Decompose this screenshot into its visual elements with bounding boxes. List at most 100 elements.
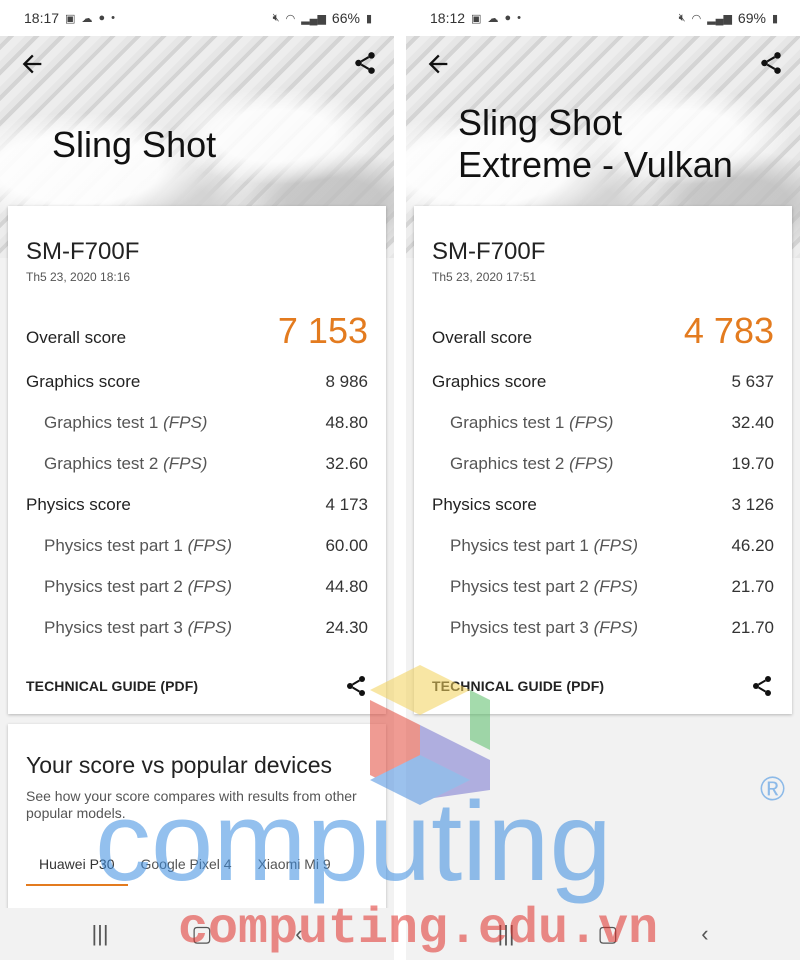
device-tabs: Huawei P30 Google Pixel 4 Xiaomi Mi 9 xyxy=(26,854,386,886)
mute-icon: 🔇︎ xyxy=(272,11,280,24)
physics-test-3-value: 24.30 xyxy=(325,618,368,637)
compare-description: See how your score compares with results… xyxy=(26,788,357,821)
graphics-score-label: Graphics score xyxy=(432,372,547,391)
navigation-bar: ||| ▢ ‹ xyxy=(406,908,800,960)
tab-google-pixel-4[interactable]: Google Pixel 4 xyxy=(128,854,245,886)
graphics-score-value: 5 637 xyxy=(731,372,774,391)
fps-unit: (FPS) xyxy=(187,577,233,596)
overall-score-value: 4 783 xyxy=(683,310,774,351)
technical-guide-row[interactable]: TECHNICAL GUIDE (PDF) xyxy=(432,674,774,698)
facebook-notification-icon: ● xyxy=(504,12,512,24)
graphics-test-2-label: Graphics test 2 xyxy=(450,454,565,473)
graphics-score-label: Graphics score xyxy=(26,372,141,391)
fps-unit: (FPS) xyxy=(163,413,208,432)
signal-icon: ▂▄▆ xyxy=(301,12,326,25)
tab-xiaomi-mi-9[interactable]: Xiaomi Mi 9 xyxy=(245,854,344,886)
physics-test-2-row: Physics test part 2 (FPS) 44.80 xyxy=(44,577,368,597)
fps-unit: (FPS) xyxy=(569,413,614,432)
benchmark-title-line: Extreme - Vulkan xyxy=(458,144,733,185)
results-card: SM-F700F Th5 23, 2020 17:51 Overall scor… xyxy=(414,206,792,714)
tab-huawei-p30[interactable]: Huawei P30 xyxy=(26,854,128,886)
share-icon[interactable] xyxy=(758,50,784,76)
phone-screenshot-left: 18:17 ▣ ☁ ● • 🔇︎ ◠ ▂▄▆ 66% ▮ Sling Shot … xyxy=(0,0,394,960)
back-arrow-icon[interactable] xyxy=(18,50,46,78)
graphics-test-2-label: Graphics test 2 xyxy=(44,454,159,473)
physics-test-2-row: Physics test part 2 (FPS) 21.70 xyxy=(450,577,774,597)
physics-test-3-label: Physics test part 3 xyxy=(44,618,183,637)
physics-test-2-value: 21.70 xyxy=(731,577,774,596)
technical-guide-link[interactable]: TECHNICAL GUIDE (PDF) xyxy=(432,678,604,694)
graphics-test-2-row: Graphics test 2 (FPS) 19.70 xyxy=(450,454,774,474)
results-card: SM-F700F Th5 23, 2020 18:16 Overall scor… xyxy=(8,206,386,714)
physics-score-row: Physics score 3 126 xyxy=(432,495,774,515)
graphics-test-2-value: 19.70 xyxy=(731,454,774,473)
physics-test-1-value: 46.20 xyxy=(731,536,774,555)
device-model: SM-F700F xyxy=(26,238,140,265)
physics-test-3-label: Physics test part 3 xyxy=(450,618,589,637)
facebook-notification-icon: ● xyxy=(98,12,106,24)
benchmark-title-line: Sling Shot xyxy=(52,124,217,165)
more-notifications-dot-icon: • xyxy=(517,12,521,24)
graphics-test-1-label: Graphics test 1 xyxy=(44,413,159,432)
share-icon[interactable] xyxy=(352,50,378,76)
recent-apps-icon[interactable]: ||| xyxy=(91,921,108,947)
physics-test-1-label: Physics test part 1 xyxy=(44,536,183,555)
technical-guide-link[interactable]: TECHNICAL GUIDE (PDF) xyxy=(26,678,198,694)
home-icon[interactable]: ▢ xyxy=(598,921,619,947)
physics-score-value: 3 126 xyxy=(731,495,774,514)
home-icon[interactable]: ▢ xyxy=(192,921,213,947)
technical-guide-row[interactable]: TECHNICAL GUIDE (PDF) xyxy=(26,674,368,698)
benchmark-title: Sling Shot Extreme - Vulkan xyxy=(458,102,733,186)
graphics-test-2-row: Graphics test 2 (FPS) 32.60 xyxy=(44,454,368,474)
graphics-test-1-label: Graphics test 1 xyxy=(450,413,565,432)
battery-percent: 66% xyxy=(331,10,360,26)
physics-test-1-value: 60.00 xyxy=(325,536,368,555)
physics-test-3-row: Physics test part 3 (FPS) 21.70 xyxy=(450,618,774,638)
physics-score-label: Physics score xyxy=(26,495,131,514)
overall-score-label: Overall score xyxy=(26,328,127,347)
physics-test-2-value: 44.80 xyxy=(325,577,368,596)
divider xyxy=(394,0,406,960)
fps-unit: (FPS) xyxy=(569,454,614,473)
back-nav-icon[interactable]: ‹ xyxy=(295,921,302,947)
wifi-icon: ◠ xyxy=(691,12,702,25)
more-notifications-dot-icon: • xyxy=(111,12,115,24)
cloud-notification-icon: ☁ xyxy=(81,12,93,25)
physics-score-value: 4 173 xyxy=(325,495,368,514)
gallery-notification-icon: ▣ xyxy=(471,12,482,25)
battery-icon: ▮ xyxy=(365,12,372,25)
physics-test-1-row: Physics test part 1 (FPS) 60.00 xyxy=(44,536,368,556)
signal-icon: ▂▄▆ xyxy=(707,12,732,25)
overall-score-value: 7 153 xyxy=(277,310,368,351)
share-icon[interactable] xyxy=(344,674,368,698)
fps-unit: (FPS) xyxy=(593,536,639,555)
physics-test-2-label: Physics test part 2 xyxy=(450,577,589,596)
fps-unit: (FPS) xyxy=(187,618,233,637)
back-nav-icon[interactable]: ‹ xyxy=(701,921,708,947)
device-model: SM-F700F xyxy=(432,238,546,265)
back-arrow-icon[interactable] xyxy=(424,50,452,78)
graphics-score-row: Graphics score 5 637 xyxy=(432,372,774,392)
recent-apps-icon[interactable]: ||| xyxy=(497,921,514,947)
physics-test-1-label: Physics test part 1 xyxy=(450,536,589,555)
graphics-test-1-row: Graphics test 1 (FPS) 32.40 xyxy=(450,413,774,433)
status-bar: 18:12 ▣ ☁ ● • 🔇︎ ◠ ▂▄▆ 69% ▮ xyxy=(406,0,800,36)
physics-score-label: Physics score xyxy=(432,495,537,514)
battery-icon: ▮ xyxy=(771,12,778,25)
graphics-test-1-value: 48.80 xyxy=(325,413,368,432)
mute-icon: 🔇︎ xyxy=(678,11,686,24)
share-icon[interactable] xyxy=(750,674,774,698)
overall-score-row: Overall score 7 153 xyxy=(26,310,368,352)
graphics-score-value: 8 986 xyxy=(325,372,368,391)
physics-test-2-label: Physics test part 2 xyxy=(44,577,183,596)
graphics-test-1-row: Graphics test 1 (FPS) 48.80 xyxy=(44,413,368,433)
test-date: Th5 23, 2020 18:16 xyxy=(26,270,131,284)
test-date: Th5 23, 2020 17:51 xyxy=(432,270,537,284)
wifi-icon: ◠ xyxy=(285,12,296,25)
physics-test-3-value: 21.70 xyxy=(731,618,774,637)
phone-screenshot-right: 18:12 ▣ ☁ ● • 🔇︎ ◠ ▂▄▆ 69% ▮ Sling Shot … xyxy=(406,0,800,960)
battery-percent: 69% xyxy=(737,10,766,26)
gallery-notification-icon: ▣ xyxy=(65,12,76,25)
graphics-score-row: Graphics score 8 986 xyxy=(26,372,368,392)
fps-unit: (FPS) xyxy=(163,454,208,473)
